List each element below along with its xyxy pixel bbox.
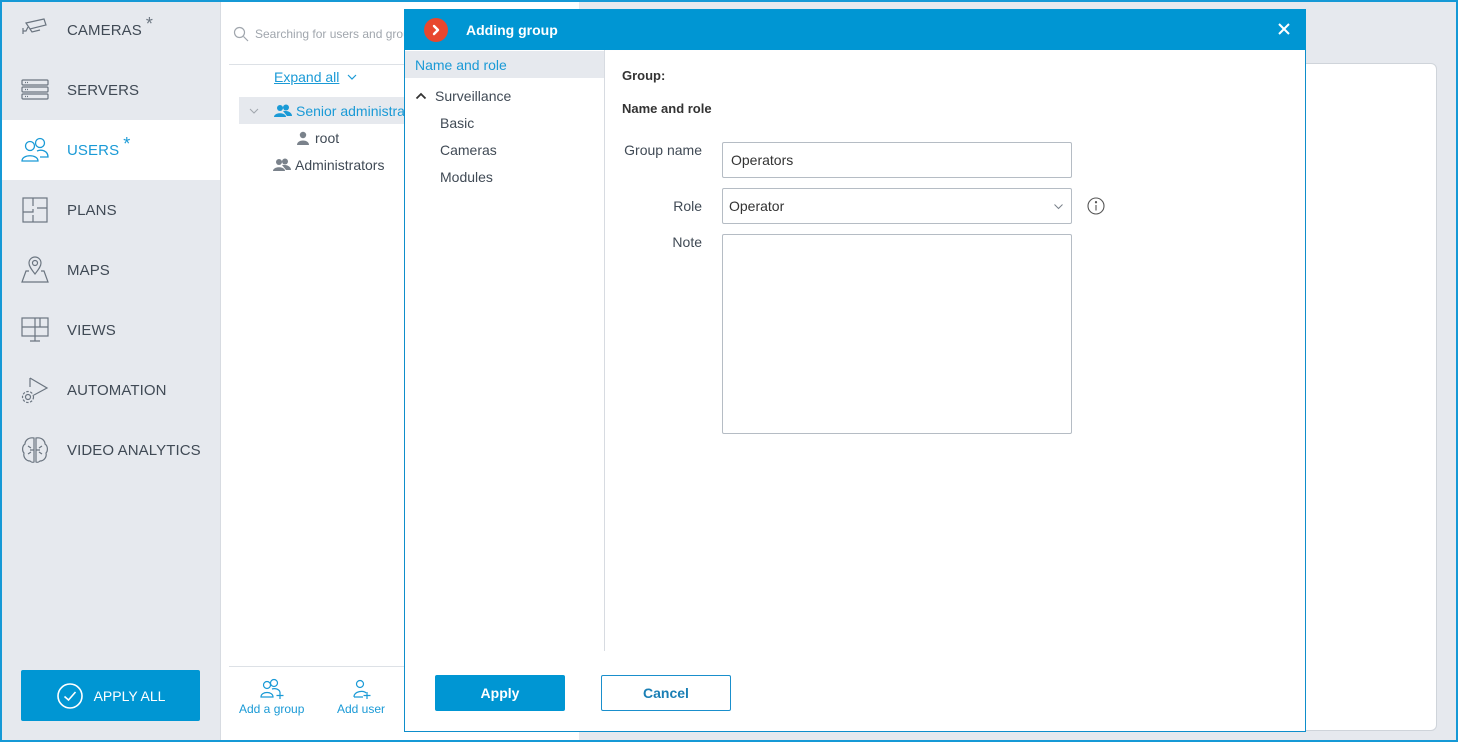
dialog-nav-surveillance[interactable]: Surveillance	[405, 82, 604, 109]
dialog-title: Adding group	[466, 21, 558, 38]
role-select[interactable]: Operator	[722, 188, 1072, 224]
nav-label: Basic	[440, 114, 475, 131]
apply-all-label: APPLY ALL	[93, 687, 166, 704]
dialog-header: Adding group	[404, 9, 1306, 50]
group-heading: Group:	[622, 68, 666, 83]
add-user-icon	[353, 679, 371, 699]
expand-all-label: Expand all	[274, 69, 340, 85]
role-label: Role	[673, 198, 702, 214]
content-panel	[1296, 63, 1437, 731]
chevron-up-icon[interactable]	[415, 92, 427, 100]
sidebar-item-label: VIDEO ANALYTICS	[67, 441, 201, 459]
section-heading: Name and role	[622, 101, 712, 116]
floor-plan-icon	[20, 195, 50, 225]
monitor-layout-icon	[20, 315, 50, 345]
sidebar-item-label: PLANS	[67, 201, 117, 219]
chevron-down-icon	[347, 74, 357, 80]
chevron-down-icon[interactable]	[249, 106, 259, 116]
note-label: Note	[672, 234, 702, 250]
add-user-label: Add user	[337, 702, 386, 716]
tree-item-label: Administrators	[295, 156, 385, 173]
group-icon	[274, 104, 292, 117]
apply-button[interactable]: Apply	[435, 675, 565, 711]
checkmark-circle-icon	[56, 682, 83, 709]
chevron-down-icon	[1054, 204, 1063, 210]
add-group-button[interactable]: Add a group	[239, 678, 304, 716]
dialog-nav-name-and-role[interactable]: Name and role	[405, 51, 604, 78]
sidebar-item-users[interactable]: USERS *	[2, 120, 220, 180]
sidebar-item-plans[interactable]: PLANS	[2, 180, 220, 240]
tree-item-label: root	[315, 129, 340, 146]
adding-group-dialog: Adding group Name and role Surveillance …	[404, 9, 1306, 732]
sidebar-item-cameras[interactable]: CAMERAS *	[2, 0, 220, 60]
tree-item-group[interactable]: Administrators	[273, 151, 384, 178]
add-group-icon	[260, 678, 284, 699]
sidebar-item-video-analytics[interactable]: VIDEO ANALYTICS	[2, 420, 220, 480]
sidebar-item-maps[interactable]: MAPS	[2, 240, 220, 300]
group-name-label: Group name	[624, 142, 702, 158]
dialog-nav: Name and role Surveillance Basic Cameras…	[405, 50, 605, 651]
brain-icon	[20, 435, 50, 465]
user-icon	[297, 131, 309, 145]
expand-all-link[interactable]: Expand all	[274, 69, 357, 85]
sidebar-item-label: AUTOMATION	[67, 381, 167, 399]
tree-item-user[interactable]: root	[297, 124, 339, 151]
server-icon	[20, 75, 50, 105]
close-icon[interactable]	[1276, 21, 1292, 37]
sidebar-item-automation[interactable]: AUTOMATION	[2, 360, 220, 420]
add-group-label: Add a group	[239, 702, 305, 716]
modified-marker: *	[123, 133, 131, 154]
sidebar-item-label: MAPS	[67, 261, 110, 279]
search-icon	[233, 26, 249, 42]
sidebar: CAMERAS * SERVERS USERS * PLANS MAPS VIE…	[0, 0, 221, 742]
nav-label: Modules	[440, 168, 493, 185]
sidebar-item-views[interactable]: VIEWS	[2, 300, 220, 360]
sidebar-item-label: SERVERS	[67, 81, 140, 99]
add-user-button[interactable]: Add user	[337, 678, 385, 716]
sidebar-item-label: USERS	[67, 141, 120, 159]
group-icon	[273, 158, 291, 171]
note-textarea[interactable]	[722, 234, 1072, 434]
dialog-nav-cameras[interactable]: Cameras	[405, 136, 604, 163]
info-icon[interactable]	[1087, 197, 1105, 215]
dialog-nav-modules[interactable]: Modules	[405, 163, 604, 190]
nav-label: Name and role	[415, 56, 507, 73]
sidebar-item-servers[interactable]: SERVERS	[2, 60, 220, 120]
modified-marker: *	[145, 13, 153, 34]
nav-label: Surveillance	[435, 87, 512, 104]
users-icon	[20, 135, 50, 165]
app-logo-icon	[424, 17, 448, 42]
sidebar-item-label: VIEWS	[67, 321, 116, 339]
automation-icon	[20, 375, 50, 405]
map-pin-icon	[20, 255, 50, 285]
sidebar-item-label: CAMERAS	[67, 21, 142, 39]
role-select-value: Operator	[729, 198, 785, 214]
dialog-nav-basic[interactable]: Basic	[405, 109, 604, 136]
apply-all-button[interactable]: APPLY ALL	[21, 670, 200, 721]
camera-icon	[20, 15, 50, 45]
cancel-button[interactable]: Cancel	[601, 675, 731, 711]
nav-label: Cameras	[440, 141, 497, 158]
group-name-input[interactable]	[722, 142, 1072, 178]
